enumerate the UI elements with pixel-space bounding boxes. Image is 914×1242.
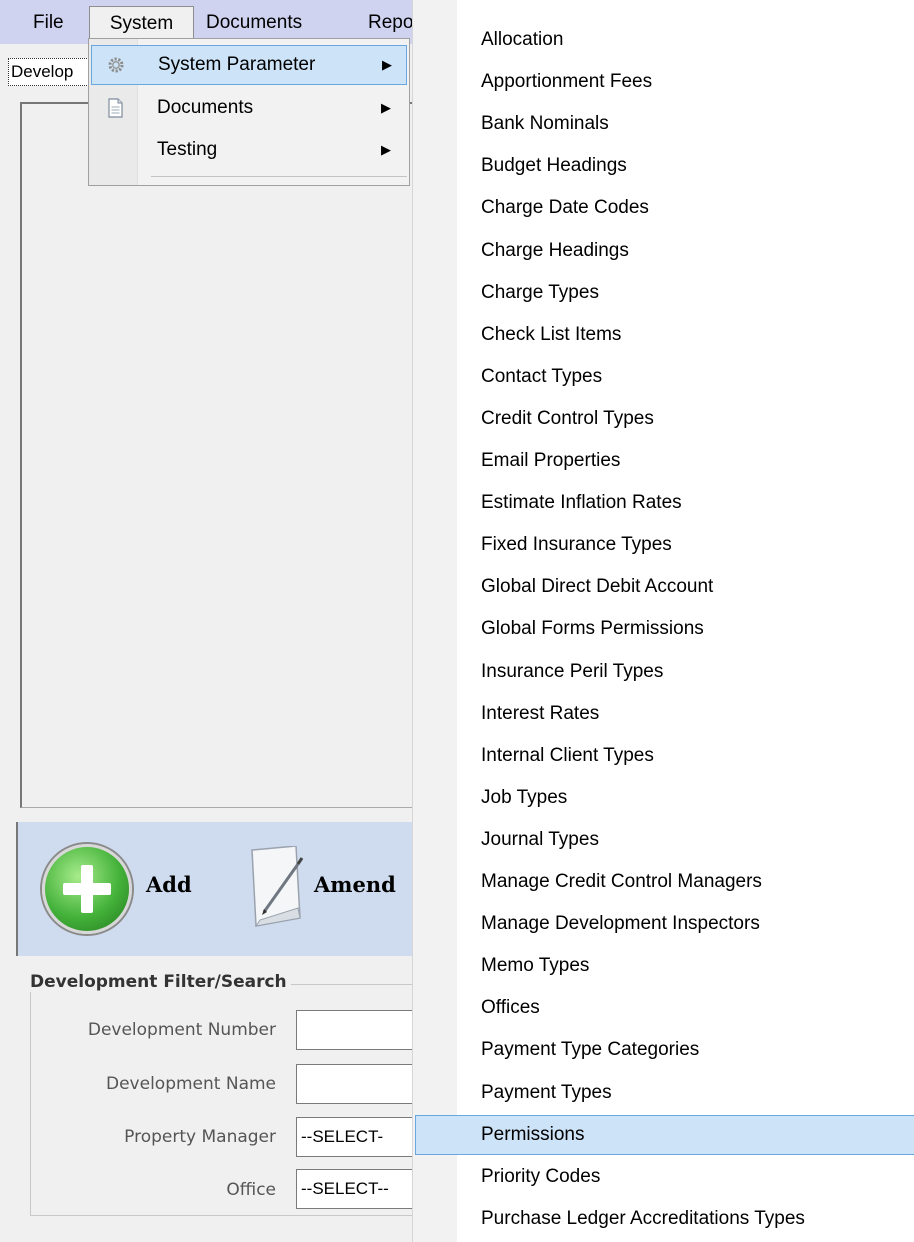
submenu-item-budget-headings[interactable]: Budget Headings [415,146,914,186]
chevron-right-icon: ▶ [381,100,391,115]
amend-icon[interactable] [246,846,304,928]
submenu-item-purchase-ledger-accreditations-types[interactable]: Purchase Ledger Accreditations Types [415,1199,914,1239]
submenu-item-manage-development-inspectors[interactable]: Manage Development Inspectors [415,904,914,944]
amend-button[interactable]: Amend [314,872,396,897]
submenu-item-apportionment-fees[interactable]: Apportionment Fees [415,62,914,102]
submenu-item-bank-nominals[interactable]: Bank Nominals [415,104,914,144]
property-manager-label: Property Manager [124,1127,276,1147]
submenu-item-charge-types[interactable]: Charge Types [415,273,914,313]
submenu-item-permissions[interactable]: Permissions [415,1115,914,1155]
submenu-item-offices[interactable]: Offices [415,988,914,1028]
system-menu-dropdown: System Parameter ▶ Documents ▶ Testing ▶ [88,38,410,186]
submenu-item-insurance-peril-types[interactable]: Insurance Peril Types [415,652,914,692]
submenu-item-priority-codes[interactable]: Priority Codes [415,1157,914,1197]
system-parameter-submenu: Allocation Apportionment Fees Bank Nominal… [412,0,914,1242]
filter-title: Development Filter/Search [26,972,291,992]
submenu-item-job-types[interactable]: Job Types [415,778,914,818]
submenu-item-memo-types[interactable]: Memo Types [415,946,914,986]
menu-item-system-parameter[interactable]: System Parameter ▶ [91,45,407,85]
submenu-item-manage-credit-control-managers[interactable]: Manage Credit Control Managers [415,862,914,902]
menu-item-testing[interactable]: Testing ▶ [91,131,407,171]
submenu-item-fixed-insurance-types[interactable]: Fixed Insurance Types [415,525,914,565]
office-label: Office [226,1180,276,1200]
submenu-item-internal-client-types[interactable]: Internal Client Types [415,736,914,776]
development-number-input[interactable] [296,1010,420,1050]
submenu-item-charge-date-codes[interactable]: Charge Date Codes [415,188,914,228]
submenu-item-global-forms-permissions[interactable]: Global Forms Permissions [415,609,914,649]
add-button[interactable]: Add [146,872,192,897]
development-name-label: Development Name [106,1074,276,1094]
development-name-input[interactable] [296,1064,420,1104]
cut-off-menu-item [481,0,486,16]
gear-icon [108,57,124,73]
submenu-item-global-direct-debit-account[interactable]: Global Direct Debit Account [415,567,914,607]
submenu-item-estimate-inflation-rates[interactable]: Estimate Inflation Rates [415,483,914,523]
submenu-item-journal-types[interactable]: Journal Types [415,820,914,860]
development-number-label: Development Number [87,1020,276,1040]
chevron-right-icon: ▶ [381,142,391,157]
submenu-item-interest-rates[interactable]: Interest Rates [415,694,914,734]
submenu-item-check-list-items[interactable]: Check List Items [415,315,914,355]
development-list[interactable] [20,102,420,808]
submenu-item-payment-type-categories[interactable]: Payment Type Categories [415,1030,914,1070]
chevron-right-icon: ▶ [382,57,392,72]
submenu-item-credit-control-types[interactable]: Credit Control Types [415,399,914,439]
submenu-item-payment-types[interactable]: Payment Types [415,1073,914,1113]
menu-item-documents[interactable]: Documents ▶ [91,89,407,129]
add-icon[interactable] [42,844,132,934]
menu-separator [151,176,407,177]
submenu-item-email-properties[interactable]: Email Properties [415,441,914,481]
office-select[interactable]: --SELECT-- [296,1169,420,1209]
submenu-item-contact-types[interactable]: Contact Types [415,357,914,397]
document-icon [108,98,123,118]
menu-file[interactable]: File [27,6,70,44]
submenu-item-charge-headings[interactable]: Charge Headings [415,231,914,271]
submenu-item-allocation[interactable]: Allocation [415,20,914,60]
property-manager-select[interactable]: --SELECT- [296,1117,420,1157]
action-toolbar: Add Amend [16,822,420,956]
